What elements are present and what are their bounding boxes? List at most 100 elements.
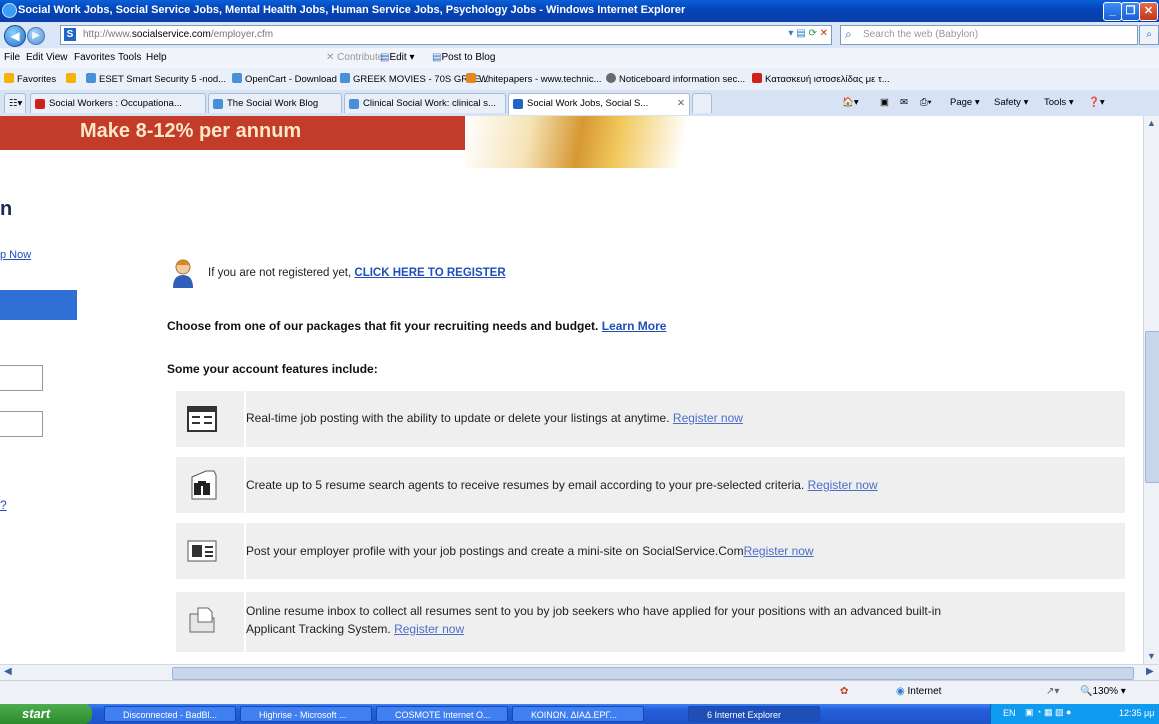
refresh-icon[interactable]: ⟳ <box>808 28 816 39</box>
back-button[interactable]: ◀ <box>4 25 26 47</box>
vertical-scrollbar[interactable]: ▲ ▼ <box>1143 116 1159 664</box>
ie-page-icon <box>606 73 616 83</box>
safety-menu[interactable]: Safety ▾ <box>994 97 1028 108</box>
horizontal-scrollbar[interactable]: ◀ ▶ <box>0 664 1159 681</box>
tab-clinical-social-work[interactable]: Clinical Social Work: clinical s... <box>344 93 506 113</box>
vertical-scroll-thumb[interactable] <box>1145 331 1159 483</box>
packages-text: Choose from one of our packages that fit… <box>167 319 667 333</box>
register-prompt: If you are not registered yet, CLICK HER… <box>208 267 506 279</box>
address-bar[interactable]: S http://www.socialservice.com/employer.… <box>60 25 832 45</box>
favorites-button[interactable]: Favorites <box>4 73 56 85</box>
print-icon[interactable]: ⎙▾ <box>920 97 932 108</box>
feature-text-continued: Applicant Tracking System. Register now <box>246 622 465 636</box>
feature-row: Online resume inbox to collect all resum… <box>176 592 1125 652</box>
taskbar-item-koinon[interactable]: ΚΟΙΝΩΝ. ΔΙΑΔ.ΕΡΓ... <box>512 706 644 722</box>
page-menu[interactable]: Page ▾ <box>950 97 980 108</box>
add-favorites-icon[interactable] <box>66 73 79 85</box>
clock: 12:35 μμ <box>1119 708 1155 718</box>
star-icon <box>4 73 14 83</box>
tab-social-work-blog[interactable]: The Social Work Blog <box>208 93 342 113</box>
login-header-bar <box>0 290 77 320</box>
register-now-link[interactable]: Register now <box>744 544 814 558</box>
status-bar: ✿ ◉ Internet ↗▾ 🔍130% ▾ <box>0 680 1159 705</box>
menu-view[interactable]: View <box>46 52 68 63</box>
contribute-button[interactable]: ✕ Contribute <box>326 52 383 63</box>
whitepapers-icon <box>466 73 476 83</box>
favorite-whitepapers[interactable]: Whitepapers - www.technic... <box>466 73 602 85</box>
menu-favorites[interactable]: Favorites <box>74 52 115 63</box>
taskbar-item-highrise[interactable]: Highrise - Microsoft ... <box>240 706 372 722</box>
internet-explorer-icon <box>2 3 17 18</box>
menu-edit[interactable]: Edit <box>26 52 43 63</box>
window-title: Social Work Jobs, Social Service Jobs, M… <box>18 4 686 16</box>
folder-icon <box>186 604 218 636</box>
menu-tools[interactable]: Tools <box>118 52 141 63</box>
search-button[interactable]: ⌕ <box>1139 25 1159 45</box>
register-now-link[interactable]: Register now <box>394 622 464 636</box>
profile-card-icon <box>186 535 218 567</box>
close-button[interactable]: ✕ <box>1139 2 1158 21</box>
tab-social-workers[interactable]: Social Workers : Occupationa... <box>30 93 206 113</box>
feeds-icon[interactable]: ▣ <box>880 97 889 108</box>
features-heading: Some your account features include: <box>167 362 378 376</box>
quick-tabs-button[interactable]: ☷▾ <box>4 93 26 113</box>
menu-help[interactable]: Help <box>146 52 167 63</box>
taskbar-item-disconnected[interactable]: Disconnected - BadBl... <box>104 706 236 722</box>
ie-page-icon <box>232 73 242 83</box>
compatibility-icon[interactable]: ▾ ▤ <box>788 28 805 39</box>
tools-menu[interactable]: Tools ▾ <box>1044 97 1074 108</box>
scroll-up-icon[interactable]: ▲ <box>1147 118 1156 128</box>
minimize-button[interactable]: _ <box>1103 2 1122 21</box>
register-now-link[interactable]: Register now <box>808 478 878 492</box>
ie-page-icon <box>349 99 359 109</box>
search-placeholder: Search the web (Babylon) <box>863 29 979 40</box>
zoom-level[interactable]: 🔍130% ▾ <box>1080 686 1126 697</box>
menu-file[interactable]: File <box>4 52 20 63</box>
scroll-right-icon[interactable]: ▶ <box>1146 666 1154 677</box>
favorite-website-build[interactable]: Κατασκευή ιστοσελίδας με τ... <box>752 73 890 85</box>
tray-icons[interactable]: ▣ ◔ ▦ ▧ ● <box>1025 707 1071 718</box>
start-button[interactable]: start <box>0 704 92 724</box>
edit-button[interactable]: ▤Edit ▾ <box>380 52 415 63</box>
site-favicon: S <box>64 28 76 41</box>
register-now-link[interactable]: Register now <box>673 411 743 425</box>
forward-button[interactable]: ▶ <box>27 27 45 45</box>
language-indicator[interactable]: EN <box>1003 708 1016 718</box>
search-provider-icon: ⌕ <box>845 27 852 41</box>
tab-social-work-jobs[interactable]: Social Work Jobs, Social S... ✕ <box>508 93 690 115</box>
banner-image <box>465 116 720 168</box>
taskbar-item-cosmote[interactable]: COSMOTE Internet O... <box>376 706 508 722</box>
read-mail-icon[interactable]: ✉ <box>900 97 908 108</box>
scroll-left-icon[interactable]: ◀ <box>4 666 12 677</box>
learn-more-link[interactable]: Learn More <box>602 319 667 333</box>
username-field[interactable] <box>0 365 43 391</box>
stop-icon[interactable]: ✕ <box>820 28 828 39</box>
password-field[interactable] <box>0 411 43 437</box>
post-to-blog-button[interactable]: ▤Post to Blog <box>432 52 495 63</box>
taskbar-item-internet-explorer[interactable]: 6 Internet Explorer <box>688 706 820 722</box>
youtube-icon <box>752 73 762 83</box>
help-icon[interactable]: ❓▾ <box>1088 97 1105 108</box>
favorite-opencart[interactable]: OpenCart - Download <box>232 73 337 85</box>
feature-row: Create up to 5 resume search agents to r… <box>176 457 1125 513</box>
address-toolbar: ◀ ▶ S http://www.socialservice.com/emplo… <box>0 22 1159 49</box>
home-icon[interactable]: 🏠▾ <box>842 97 859 108</box>
user-avatar-icon <box>172 258 194 288</box>
new-tab-button[interactable] <box>692 93 712 113</box>
address-tools: ▾ ▤ ⟳ ✕ <box>788 28 828 39</box>
addon-icon[interactable]: ✿ <box>840 686 848 697</box>
horizontal-scroll-thumb[interactable] <box>172 667 1134 680</box>
favorite-eset[interactable]: ESET Smart Security 5 -nod... <box>86 73 226 85</box>
tab-bar: ☷▾ Social Workers : Occupationa... The S… <box>0 90 1159 117</box>
close-tab-icon[interactable]: ✕ <box>677 94 685 114</box>
left-link-fragment[interactable]: p Now <box>0 249 31 261</box>
maximize-button[interactable]: ❐ <box>1121 2 1140 21</box>
feature-row: Post your employer profile with your job… <box>176 523 1125 579</box>
promo-banner[interactable]: Make 8-12% per annum <box>0 116 465 150</box>
register-link[interactable]: CLICK HERE TO REGISTER <box>354 267 505 279</box>
scroll-down-icon[interactable]: ▼ <box>1147 651 1156 661</box>
protected-mode-icon[interactable]: ↗▾ <box>1046 686 1059 697</box>
forgot-password-link[interactable]: ? <box>0 498 7 512</box>
search-input[interactable]: ⌕ Search the web (Babylon) <box>840 25 1138 45</box>
favorite-noticeboard[interactable]: Noticeboard information sec... <box>606 73 745 85</box>
